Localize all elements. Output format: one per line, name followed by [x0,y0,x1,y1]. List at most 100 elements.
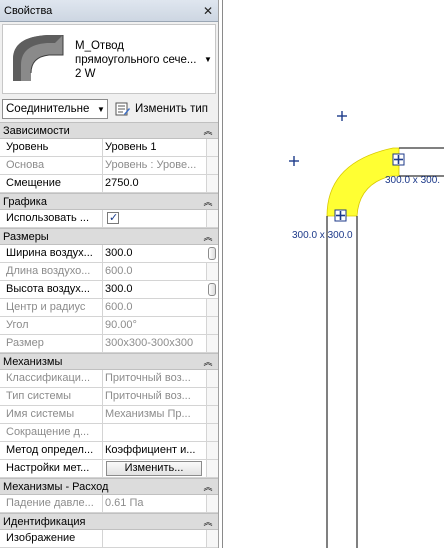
edit-loss-settings-button[interactable]: Изменить... [106,461,202,476]
category-label: Механизмы [3,355,63,368]
collapse-icon[interactable]: ︽ [202,515,214,528]
duct-width-value[interactable]: 300.0 [105,247,133,259]
elbow-thumbnail-icon [13,35,64,81]
associate-parameter-icon[interactable] [208,283,216,296]
dimension-label-upper[interactable]: 300.0 x 300. [385,175,440,186]
chevron-down-icon: ▼ [97,104,105,114]
property-value[interactable]: Коэффициент и... [103,442,206,459]
row-side [206,299,218,316]
row-system-type: Тип системы Приточный воз... [0,388,218,406]
row-side [206,406,218,423]
category-filter-dropdown[interactable]: Соединительне ▼ [2,99,108,119]
row-classification: Классификаци... Приточный воз... [0,370,218,388]
properties-titlebar: Свойства ✕ [0,0,218,22]
collapse-icon[interactable]: ︽ [202,355,214,368]
row-side [206,139,218,156]
category-identity[interactable]: Идентификация ︽ [0,513,218,530]
property-value[interactable]: Уровень 1 [103,139,206,156]
property-value: 300x300-300x300 [105,337,194,349]
row-duct-length: Длина воздухо... 600.0 [0,263,218,281]
edit-type-button[interactable]: Изменить тип [112,99,211,119]
chevron-down-icon[interactable]: ▼ [201,25,215,93]
category-filter-value: Соединительне [6,103,90,115]
row-loss-method[interactable]: Метод определ... Коэффициент и... [0,442,218,460]
collapse-icon[interactable]: ︽ [202,124,214,137]
category-mechanical-flow[interactable]: Механизмы - Расход ︽ [0,478,218,495]
close-icon[interactable]: ✕ [200,3,216,19]
property-value: Изменить... [103,460,206,477]
property-label: Ширина воздух... [0,245,103,262]
category-constraints[interactable]: Зависимости ︽ [0,122,218,139]
property-label: Метод определ... [0,442,103,459]
row-side [206,210,218,227]
property-label: Угол [0,317,103,334]
collapse-icon[interactable]: ︽ [202,480,214,493]
property-grid: Зависимости ︽ Уровень Уровень 1 Основа У… [0,122,218,548]
property-value[interactable]: 2750.0 [103,175,206,192]
property-value: Уровень : Урове... [105,159,197,171]
type-line: прямоугольного сече... [75,54,197,66]
edit-type-label: Изменить тип [135,103,208,115]
row-side [206,263,218,280]
type-family: М_Отвод [75,40,125,52]
property-value[interactable] [103,530,206,547]
snap-plus-icon[interactable] [289,156,299,166]
row-level[interactable]: Уровень Уровень 1 [0,139,218,157]
collapse-icon[interactable]: ︽ [202,230,214,243]
category-dimensions[interactable]: Размеры ︽ [0,228,218,245]
category-mechanical[interactable]: Механизмы ︽ [0,353,218,370]
associate-parameter-icon[interactable] [208,247,216,260]
dimension-label-lower[interactable]: 300.0 x 300.0 [292,230,353,241]
drawing-canvas[interactable]: 300.0 x 300. 300.0 x 300.0 [222,0,444,548]
row-host: Основа Уровень : Урове... [0,157,218,175]
property-label: Настройки мет... [0,460,103,477]
property-label: Размер [0,335,103,352]
property-label: Тип системы [0,388,103,405]
property-label: Смещение [0,175,103,192]
edit-type-icon [115,102,130,116]
duct-height-value[interactable]: 300.0 [105,283,133,295]
collapse-icon[interactable]: ︽ [202,195,214,208]
panel-title: Свойства [4,4,53,17]
property-label: Основа [0,157,103,174]
property-label: Центр и радиус [0,299,103,316]
row-center-radius: Центр и радиус 600.0 [0,299,218,317]
row-image[interactable]: Изображение [0,530,218,548]
property-label: Длина воздухо... [0,263,103,280]
category-label: Механизмы - Расход [3,480,109,493]
property-label: Уровень [0,139,103,156]
row-side [206,442,218,459]
property-label: Сокращение д... [0,424,103,441]
row-pressure-drop: Падение давле... 0.61 Па [0,495,218,513]
row-loss-settings[interactable]: Настройки мет... Изменить... [0,460,218,478]
use-annotation-checkbox[interactable] [107,210,119,227]
property-label: Изображение [0,530,103,547]
row-side [206,530,218,547]
row-side [206,370,218,387]
horizontal-duct[interactable] [399,147,444,177]
property-value: Приточный воз... [105,372,191,384]
row-side [206,495,218,512]
category-graphics[interactable]: Графика ︽ [0,193,218,210]
property-value[interactable]: 300.0 [103,245,218,262]
property-value: 600.0 [105,265,133,277]
row-use-annotation[interactable]: Использовать ... [0,210,218,228]
category-label: Зависимости [3,124,70,137]
vertical-duct[interactable] [326,216,358,548]
row-duct-height[interactable]: Высота воздух... 300.0 [0,281,218,299]
property-label: Падение давле... [0,495,103,512]
row-offset[interactable]: Смещение 2750.0 [0,175,218,193]
row-system-name: Имя системы Механизмы Пр... [0,406,218,424]
row-size: Размер 300x300-300x300 [0,335,218,353]
property-value [103,424,206,441]
connector-grip-icon[interactable] [334,209,347,222]
row-side [206,335,218,352]
row-duct-width[interactable]: Ширина воздух... 300.0 [0,245,218,263]
snap-plus-icon[interactable] [337,111,347,121]
property-value: 600.0 [105,301,133,313]
type-selector[interactable]: М_Отвод прямоугольного сече... 2 W ▼ [2,24,216,94]
property-value[interactable]: 300.0 [103,281,218,298]
row-abbreviation: Сокращение д... [0,424,218,442]
row-angle: Угол 90.00° [0,317,218,335]
connector-grip-icon[interactable] [392,153,405,166]
